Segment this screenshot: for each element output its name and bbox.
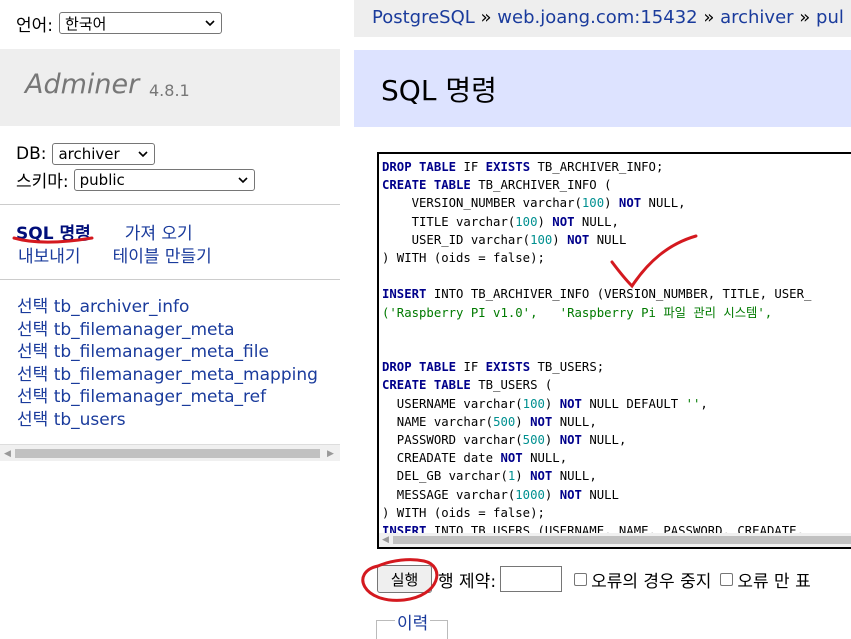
table-row: 선택 tb_filemanager_meta_ref xyxy=(17,386,318,409)
table-row: 선택 tb_filemanager_meta_mapping xyxy=(17,364,318,387)
menu-row-1: SQL 명령 가져 오기 xyxy=(16,219,193,244)
history-fieldset: 이력 xyxy=(376,609,448,639)
scrollbar-thumb[interactable] xyxy=(393,536,851,544)
errors-only-label: 오류 만 표 xyxy=(737,571,811,592)
sql-line: ('Raspberry PI v1.0', 'Raspberry Pi 파일 관… xyxy=(382,305,773,320)
sql-line: MESSAGE varchar(1000) NOT NULL xyxy=(382,487,619,502)
sql-line: VERSION_NUMBER varchar(100) NOT NULL, xyxy=(382,196,686,211)
chevron-down-icon xyxy=(205,20,215,27)
editor-scrollbar[interactable]: ◀ xyxy=(379,533,851,547)
stop-on-error-checkbox[interactable] xyxy=(574,572,588,586)
sql-line: DROP TABLE IF EXISTS TB_ARCHIVER_INFO; xyxy=(382,160,664,174)
page-title: SQL 명령 xyxy=(381,74,497,107)
schema-label: 스키마: xyxy=(16,172,69,192)
language-value: 한국어 xyxy=(65,14,107,33)
sql-line xyxy=(382,340,811,358)
table-link[interactable]: tb_filemanager_meta_mapping xyxy=(54,365,318,385)
stop-on-error-label: 오류의 경우 중지 xyxy=(591,571,712,592)
brand-header: Adminer 4.8.1 xyxy=(0,49,340,126)
breadcrumb-separator: » xyxy=(799,7,811,28)
sql-line: CREATE TABLE TB_ARCHIVER_INFO ( xyxy=(382,178,612,193)
language-row: 언어: 한국어 xyxy=(16,10,223,36)
db-row: DB: archiver xyxy=(16,143,156,165)
menu-row-2: 내보내기 테이블 만들기 xyxy=(18,242,212,267)
sql-code: DROP TABLE IF EXISTS TB_ARCHIVER_INFO; CR… xyxy=(382,158,811,540)
select-link[interactable]: 선택 xyxy=(17,342,48,362)
db-label: DB: xyxy=(16,144,47,164)
select-link[interactable]: 선택 xyxy=(17,410,48,430)
errors-only-checkbox[interactable] xyxy=(720,572,734,586)
scrollbar-thumb[interactable] xyxy=(15,449,320,458)
sql-line xyxy=(382,267,811,285)
sql-line: USERNAME varchar(100) NOT NULL DEFAULT '… xyxy=(382,396,708,411)
sql-line: CREATE TABLE TB_USERS ( xyxy=(382,378,553,393)
language-label: 언어: xyxy=(16,15,54,36)
sql-line: ) WITH (oids = false); xyxy=(382,251,545,266)
row-limit-label: 행 제약: xyxy=(438,571,497,592)
sql-line: USER_ID varchar(100) NOT NULL xyxy=(382,232,627,247)
table-row: 선택 tb_filemanager_meta_file xyxy=(17,341,318,364)
select-link[interactable]: 선택 xyxy=(17,297,48,317)
schema-row: 스키마: public xyxy=(16,167,255,192)
select-link[interactable]: 선택 xyxy=(17,365,48,385)
schema-value: public xyxy=(79,170,125,189)
sql-line xyxy=(382,322,811,340)
breadcrumb-separator: » xyxy=(703,7,715,28)
table-link[interactable]: tb_filemanager_meta_file xyxy=(54,342,269,362)
breadcrumb-schema[interactable]: pul xyxy=(816,7,844,28)
sql-line: DROP TABLE IF EXISTS TB_USERS; xyxy=(382,360,605,375)
table-row: 선택 tb_users xyxy=(17,409,318,432)
language-select[interactable]: 한국어 xyxy=(59,12,223,34)
schema-select[interactable]: public xyxy=(73,168,255,191)
table-link[interactable]: tb_filemanager_meta_ref xyxy=(54,387,266,407)
table-link[interactable]: tb_users xyxy=(54,410,126,430)
import-link[interactable]: 가져 오기 xyxy=(125,224,193,244)
history-link[interactable]: 이력 xyxy=(397,614,428,634)
sql-line: DEL_GB varchar(1) NOT NULL, xyxy=(382,469,597,484)
table-list: 선택 tb_archiver_info 선택 tb_filemanager_me… xyxy=(17,296,318,432)
sql-line: NAME varchar(500) NOT NULL, xyxy=(382,414,597,429)
sql-line: ) WITH (oids = false); xyxy=(382,505,545,520)
sql-line: CREADATE date NOT NULL, xyxy=(382,451,568,466)
app-name[interactable]: Adminer xyxy=(25,69,139,100)
table-row: 선택 tb_archiver_info xyxy=(17,296,318,319)
divider xyxy=(0,279,340,280)
db-select[interactable]: archiver xyxy=(52,143,156,165)
sidebar-scrollbar[interactable]: ◀ ▶ xyxy=(0,444,340,461)
select-link[interactable]: 선택 xyxy=(17,387,48,407)
sql-line: INSERT INTO TB_ARCHIVER_INFO (VERSION_NU… xyxy=(382,287,812,302)
create-table-link[interactable]: 테이블 만들기 xyxy=(113,247,212,267)
page-header: SQL 명령 xyxy=(354,50,851,127)
scroll-left-icon[interactable]: ◀ xyxy=(382,535,389,545)
chevron-down-icon xyxy=(138,151,149,158)
export-link[interactable]: 내보내기 xyxy=(18,247,81,267)
execute-row: 실행 행 제약: 오류의 경우 중지 오류 만 표 xyxy=(377,564,820,594)
breadcrumb-db[interactable]: archiver xyxy=(720,7,793,28)
breadcrumb-driver[interactable]: PostgreSQL xyxy=(372,7,475,28)
sql-line: TITLE varchar(100) NOT NULL, xyxy=(382,214,619,229)
scroll-left-icon[interactable]: ◀ xyxy=(4,449,11,459)
table-link[interactable]: tb_archiver_info xyxy=(54,297,190,317)
breadcrumb-server[interactable]: web.joang.com:15432 xyxy=(497,7,697,28)
breadcrumb-separator: » xyxy=(480,7,492,28)
sql-editor[interactable]: DROP TABLE IF EXISTS TB_ARCHIVER_INFO; CR… xyxy=(377,152,851,549)
row-limit-input[interactable] xyxy=(500,566,563,592)
divider xyxy=(0,204,340,205)
sql-command-link[interactable]: SQL 명령 xyxy=(16,224,91,244)
table-link[interactable]: tb_filemanager_meta xyxy=(54,320,235,340)
chevron-down-icon xyxy=(238,176,248,183)
table-row: 선택 tb_filemanager_meta xyxy=(17,319,318,342)
sql-line: PASSWORD varchar(500) NOT NULL, xyxy=(382,433,627,448)
db-value: archiver xyxy=(58,145,120,163)
execute-button[interactable]: 실행 xyxy=(377,565,432,593)
breadcrumb: PostgreSQL » web.joang.com:15432 » archi… xyxy=(354,0,851,37)
scroll-right-icon[interactable]: ▶ xyxy=(327,449,334,459)
app-version: 4.8.1 xyxy=(149,81,190,100)
select-link[interactable]: 선택 xyxy=(17,320,48,340)
